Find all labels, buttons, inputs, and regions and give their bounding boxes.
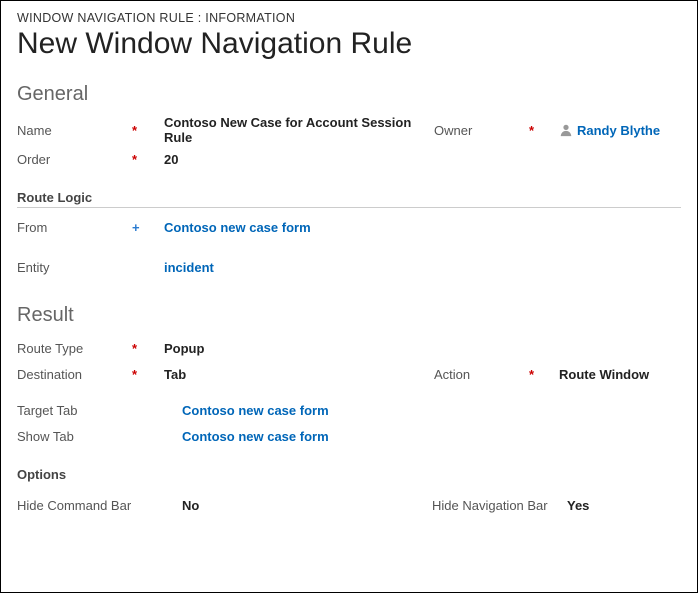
value-owner[interactable]: Randy Blythe [559,123,681,138]
row-order: Order * 20 [17,146,681,172]
label-hide-command-bar: Hide Command Bar [17,498,182,513]
label-show-tab: Show Tab [17,429,182,444]
subsection-options-title: Options [17,467,681,484]
recommended-plus-icon: + [132,220,140,235]
label-destination: Destination [17,367,132,382]
required-star-icon: * [529,123,534,138]
row-options: Hide Command Bar No Hide Navigation Bar … [17,492,681,518]
label-action: Action [434,367,529,382]
label-target-tab: Target Tab [17,403,182,418]
value-action[interactable]: Route Window [559,367,681,382]
person-icon [559,123,573,137]
value-from[interactable]: Contoso new case form [164,220,434,235]
row-name: Name * Contoso New Case for Account Sess… [17,114,681,146]
value-hide-command-bar[interactable]: No [182,498,432,513]
row-from: From + Contoso new case form [17,216,681,256]
required-star-icon: * [132,367,137,382]
label-name: Name [17,123,132,138]
row-destination: Destination * Tab Action * Route Window [17,361,681,387]
required-star-icon: * [132,123,137,138]
label-owner: Owner [434,123,529,138]
breadcrumb: WINDOW NAVIGATION RULE : INFORMATION [17,11,681,25]
value-entity[interactable]: incident [164,260,434,275]
value-show-tab[interactable]: Contoso new case form [182,429,329,444]
value-route-type[interactable]: Popup [164,341,434,356]
row-route-type: Route Type * Popup [17,335,681,361]
page-title: New Window Navigation Rule [17,27,681,61]
row-entity: Entity incident [17,256,681,296]
label-route-type: Route Type [17,341,132,356]
row-show-tab: Show Tab Contoso new case form [17,423,681,449]
required-star-icon: * [132,152,137,167]
label-entity: Entity [17,260,132,275]
value-target-tab[interactable]: Contoso new case form [182,403,329,418]
value-hide-nav-bar[interactable]: Yes [567,498,681,513]
section-general-title: General [17,83,681,106]
required-star-icon: * [529,367,534,382]
label-from: From [17,220,132,235]
value-destination[interactable]: Tab [164,367,434,382]
row-target-tab: Target Tab Contoso new case form [17,397,681,423]
subsection-route-logic-title: Route Logic [17,190,681,208]
value-order[interactable]: 20 [164,152,434,167]
section-result-title: Result [17,304,681,327]
required-star-icon: * [132,341,137,356]
value-name[interactable]: Contoso New Case for Account Session Rul… [164,115,434,145]
owner-name-link[interactable]: Randy Blythe [577,123,660,138]
label-hide-nav-bar: Hide Navigation Bar [432,498,567,513]
label-order: Order [17,152,132,167]
